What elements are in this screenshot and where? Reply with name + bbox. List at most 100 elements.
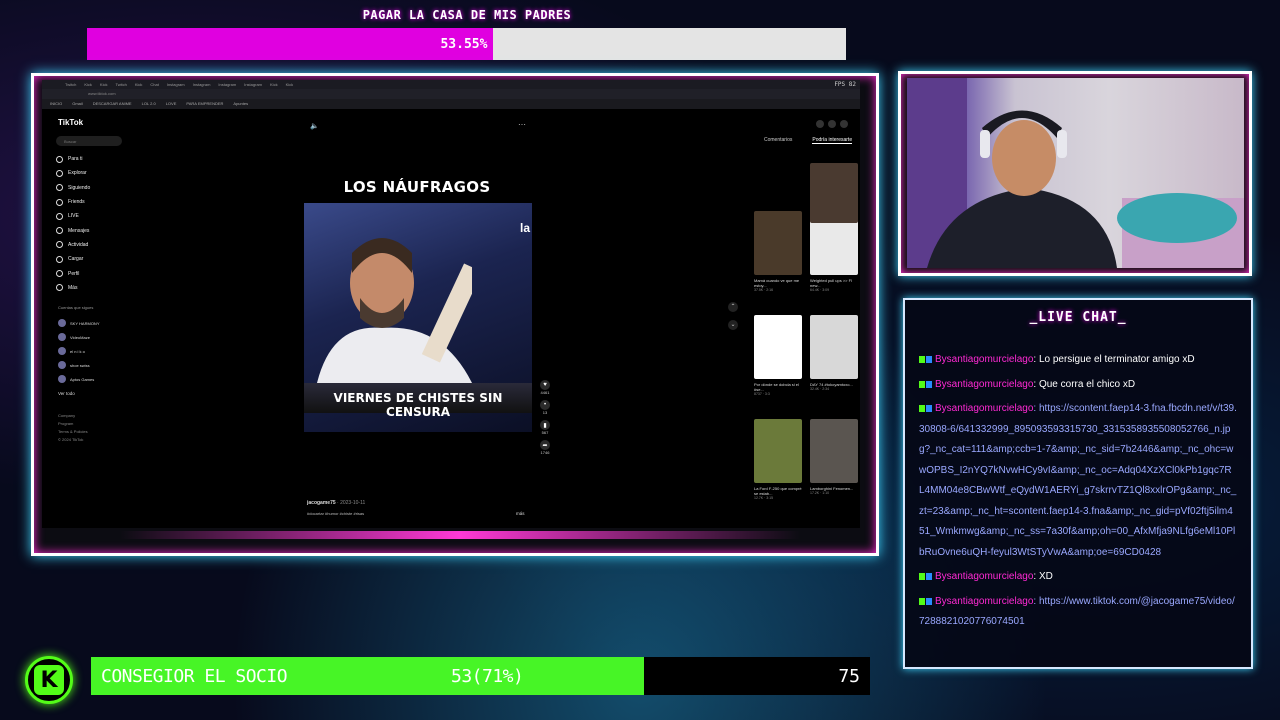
bookmark-item[interactable]: PARA EMPRENDER [186, 99, 223, 109]
following-item[interactable]: shoe swiss [58, 358, 128, 372]
recommended-video-card[interactable]: Weighted pull ups >> Fl new... 64.4K · 3:… [810, 211, 858, 292]
browser-tab-strip: Twitch Kick Kick Twitch Kick Chat Instagram Ins… [42, 80, 860, 89]
recommended-video-card[interactable]: La Ford F-250 que compré se estab... 12.7… [754, 419, 802, 500]
kick-badge-icon [919, 405, 925, 412]
card-title: Mamá cuando ve que me estoy... [754, 278, 800, 288]
nav-item[interactable]: LIVE [56, 209, 126, 223]
nav-item[interactable]: Más [56, 281, 126, 295]
nav-item[interactable]: Mensajes [56, 223, 126, 237]
nav-label: Explorar [68, 170, 87, 177]
next-video-button[interactable]: ⌄ [728, 320, 738, 330]
nav-label: Cargar [68, 256, 84, 263]
recommended-video-card[interactable]: DAY 74 #tokoyamtoxo... 32.4K · 2:34 [810, 315, 858, 391]
address-bar[interactable]: www.tiktok.com [42, 89, 860, 99]
bookmark-item[interactable]: LOL 2.0 [142, 99, 156, 109]
prev-video-button[interactable]: ⌃ [728, 302, 738, 312]
video-author[interactable]: jacogame75 · 2023-10-11 [307, 500, 365, 506]
browser-tab[interactable]: Chat [147, 80, 161, 89]
browser-tab[interactable]: Kick [97, 80, 111, 89]
comment-icon[interactable]: • [540, 400, 550, 410]
right-panel-tab[interactable]: Comentarios [764, 137, 792, 144]
kick-logo-icon: K [25, 656, 73, 704]
kick-badge-icon [919, 356, 925, 363]
heart-icon[interactable]: ♥ [540, 380, 550, 390]
chat-username[interactable]: Bysantiagomurcielago [935, 379, 1033, 390]
nav-item[interactable]: Actividad [56, 238, 126, 252]
nav-item[interactable]: Para ti [56, 152, 126, 166]
browser-tab[interactable]: Twitch [62, 80, 79, 89]
browser-tab[interactable]: Twitch [112, 80, 129, 89]
nav-item[interactable]: Siguiendo [56, 181, 126, 195]
bookmark-item[interactable]: DESCARGAR ANIME [93, 99, 132, 109]
recommended-video-card[interactable]: Por dónde se dobcla si el #se... 8737 · 3… [754, 315, 802, 396]
chat-username[interactable]: Bysantiagomurcielago [935, 403, 1033, 414]
right-panel-tab[interactable]: Podría interesarte [812, 137, 853, 144]
nav-label: Para ti [68, 156, 83, 163]
footer-link[interactable]: Company [58, 412, 88, 420]
following-item[interactable]: el n i k o [58, 344, 128, 358]
tiktok-footer: Company Program Terms & Policies © 2024 Tik… [58, 412, 88, 444]
browser-tab[interactable]: Instagram [215, 80, 239, 89]
action-item[interactable]: ♥ 4461 [536, 380, 554, 395]
bookmark-item[interactable]: INICIO [50, 99, 62, 109]
chat-username[interactable]: Bysantiagomurcielago [935, 596, 1033, 607]
volume-icon[interactable]: 🔈 [310, 122, 319, 130]
video-thumbnail [810, 163, 858, 223]
browser-tab[interactable]: Kick [132, 80, 146, 89]
nav-item[interactable]: Explorar [56, 166, 126, 180]
settings-icon[interactable] [828, 120, 836, 128]
footer-link[interactable]: Terms & Policies [58, 428, 88, 436]
recommended-video-card[interactable]: Lamborghini Fenomen... 17.2K · 1:10 [810, 419, 858, 495]
nav-item[interactable]: Cargar [56, 252, 126, 266]
browser-tab[interactable]: Instagram [190, 80, 214, 89]
recommended-video-card[interactable]: Mamá cuando ve que me estoy... 37.5K · 2:… [754, 211, 802, 292]
more-options-icon[interactable]: ⋯ [518, 120, 526, 129]
browser-tab[interactable]: Kick [81, 80, 95, 89]
action-item[interactable]: ➦ 1746 [536, 440, 554, 455]
right-panel-tabs: Comentarios Podría interesarte [764, 137, 853, 144]
following-name: SKY HARMONY [70, 320, 100, 326]
nav-icon [56, 284, 63, 292]
footer-link[interactable]: © 2024 TikTok [58, 436, 88, 444]
url-text: www.tiktok.com [88, 91, 116, 96]
bookmark-item[interactable]: LOVE [166, 99, 177, 109]
more-link[interactable]: más [516, 511, 525, 516]
video-thumbnail [754, 211, 802, 275]
following-list: SKY HARMONY VideoMaze el n i k o shoe swiss… [58, 316, 128, 386]
chat-username[interactable]: Bysantiagomurcielago [935, 354, 1033, 365]
browser-tab[interactable]: Instagram [241, 80, 265, 89]
share-icon[interactable]: ➦ [540, 440, 550, 450]
verified-badge-icon [926, 597, 932, 605]
top-action-icons [816, 120, 848, 128]
video-player[interactable]: la VIERNES DE CHISTES SIN CENSURA [304, 203, 532, 432]
nav-item[interactable]: Perfil [56, 266, 126, 280]
browser-window: Twitch Kick Kick Twitch Kick Chat Instagram Ins… [42, 80, 860, 528]
bookmark-icon[interactable]: ▮ [540, 420, 550, 430]
chat-messages: Bysantiagomurcielago: Lo persigue el ter… [919, 350, 1237, 637]
nav-item[interactable]: Friends [56, 195, 126, 209]
action-item[interactable]: • 13 [536, 400, 554, 415]
footer-link[interactable]: Program [58, 420, 88, 428]
upload-icon[interactable] [816, 120, 824, 128]
chat-username[interactable]: Bysantiagomurcielago [935, 571, 1033, 582]
browser-tab[interactable]: Instagram [164, 80, 188, 89]
see-all-link[interactable]: Ver todo [58, 391, 75, 396]
close-icon[interactable] [840, 120, 848, 128]
following-item[interactable]: VideoMaze [58, 330, 128, 344]
action-count: 567 [541, 430, 549, 435]
following-name: shoe swiss [70, 362, 90, 368]
action-item[interactable]: ▮ 567 [536, 420, 554, 435]
tiktok-logo[interactable]: TikTok [58, 118, 83, 127]
bookmark-item[interactable]: Gmail [72, 99, 82, 109]
following-item[interactable]: SKY HARMONY [58, 316, 128, 330]
tiktok-nav: Para ti Explorar Siguiendo Friends LIVE Mensa… [56, 152, 126, 295]
bookmark-item[interactable]: Apuntes [233, 99, 248, 109]
tiktok-search-input[interactable]: Buscar [56, 136, 122, 146]
video-thumbnail [754, 315, 802, 379]
author-name: jacogame75 [307, 500, 336, 506]
chat-link[interactable]: : https://scontent.faep14-3.fna.fbcdn.ne… [919, 403, 1237, 558]
browser-tab[interactable]: Kick [283, 80, 297, 89]
browser-tab[interactable]: Kick [267, 80, 281, 89]
following-item[interactable]: Aptos Games [58, 372, 128, 386]
chat-message: Bysantiagomurcielago: https://www.tiktok… [919, 592, 1237, 633]
